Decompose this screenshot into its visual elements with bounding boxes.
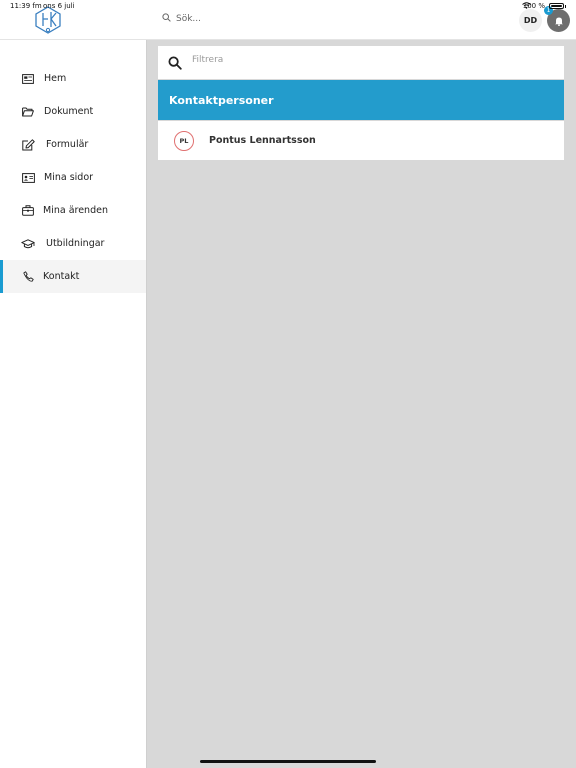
sidebar-item-label: Kontakt: [43, 271, 80, 282]
sidebar-item-label: Utbildningar: [46, 238, 105, 249]
battery-percent: 100 %: [522, 2, 545, 10]
sidebar-item-hem[interactable]: Hem: [0, 62, 146, 95]
sidebar-item-label: Hem: [44, 73, 67, 84]
edit-icon: [21, 138, 35, 152]
battery-icon: [549, 3, 566, 9]
sidebar-item-label: Mina sidor: [44, 172, 94, 183]
phone-icon: [21, 270, 35, 284]
search-input[interactable]: [176, 14, 376, 24]
status-bar: 11:39 fm ons 6 juli 100 %: [0, 0, 576, 12]
sidebar-item-mina-sidor[interactable]: Mina sidor: [0, 161, 146, 194]
contact-row[interactable]: PL Pontus Lennartsson: [158, 121, 564, 160]
sidebar-item-kontakt[interactable]: Kontakt: [0, 260, 146, 293]
contact-avatar: PL: [174, 131, 194, 151]
sidebar-item-mina-arenden[interactable]: Mina ärenden: [0, 194, 146, 227]
search-icon: [162, 13, 171, 25]
user-avatar[interactable]: DD: [519, 9, 542, 32]
section-header: Kontaktpersoner: [158, 80, 564, 120]
graduation-cap-icon: [21, 237, 35, 251]
sidebar-item-label: Formulär: [46, 139, 89, 150]
contact-name: Pontus Lennartsson: [209, 135, 316, 146]
bell-icon: [554, 11, 564, 30]
global-search[interactable]: [162, 13, 376, 25]
id-card-icon: [21, 171, 35, 185]
sidebar-item-label: Mina ärenden: [43, 205, 108, 216]
sidebar-item-formular[interactable]: Formulär: [0, 128, 146, 161]
sidebar-item-label: Dokument: [44, 106, 94, 117]
sidebar: Hem Dokument Formulär Mina sidor Mina är…: [0, 40, 147, 768]
briefcase-icon: [21, 204, 35, 218]
filter-input[interactable]: [192, 55, 542, 65]
status-date: ons 6 juli: [43, 2, 75, 10]
section-title: Kontaktpersoner: [169, 93, 274, 107]
filter-bar[interactable]: [158, 46, 564, 79]
search-icon: [168, 55, 182, 74]
folder-icon: [21, 105, 35, 119]
home-icon: [21, 72, 35, 86]
status-time: 11:39 fm: [10, 2, 42, 10]
home-indicator[interactable]: [200, 760, 376, 763]
sidebar-item-dokument[interactable]: Dokument: [0, 95, 146, 128]
sidebar-item-utbildningar[interactable]: Utbildningar: [0, 227, 146, 260]
